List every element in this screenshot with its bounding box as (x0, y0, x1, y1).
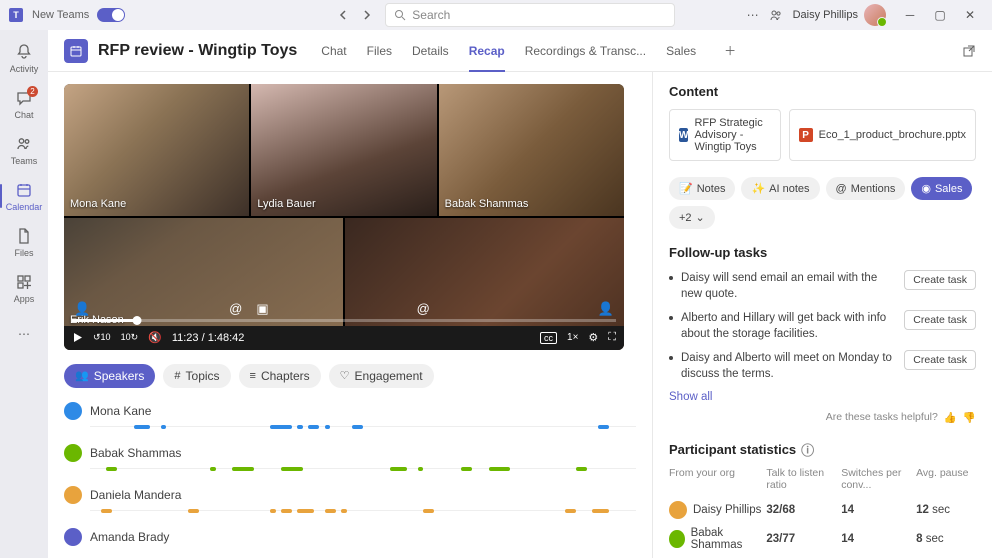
avatar (669, 530, 685, 548)
rail-apps[interactable]: Apps (0, 266, 48, 310)
add-tab-button[interactable]: ＋ (718, 39, 742, 63)
task-row: Daisy and Alberto will meet on Monday to… (669, 350, 976, 382)
avatar (64, 444, 82, 462)
tab-sales[interactable]: Sales (658, 30, 704, 72)
new-teams-label: New Teams (32, 9, 89, 21)
people-icon (14, 134, 34, 154)
rail-teams[interactable]: Teams (0, 128, 48, 172)
rail-files[interactable]: Files (0, 220, 48, 264)
stat-row: Daisy Phillips32/681412 sec (669, 497, 976, 523)
filter-engagement[interactable]: ♡Engagement (329, 364, 434, 388)
create-task-button[interactable]: Create task (904, 310, 976, 330)
video-tile: Mona Kane (64, 84, 249, 216)
popout-icon[interactable] (962, 44, 976, 58)
video-tile: Erik Nason (64, 218, 343, 350)
file-chip[interactable]: PEco_1_product_brochure.pptx (789, 109, 976, 161)
show-all-tasks[interactable]: Show all (669, 391, 976, 403)
speaker-row: Mona Kane (64, 402, 636, 430)
search-input[interactable]: Search (385, 3, 675, 27)
stat-row: Babak Shammas23/77148 sec (669, 523, 976, 555)
minimize-icon[interactable]: ─ (896, 3, 924, 27)
thumbs-down-icon[interactable]: 👎 (963, 411, 976, 424)
avatar (669, 501, 687, 519)
maximize-icon[interactable]: ▢ (926, 3, 954, 27)
chip-mentions[interactable]: @Mentions (826, 177, 906, 200)
new-teams-toggle[interactable] (97, 8, 125, 22)
page-title: RFP review - Wingtip Toys (98, 42, 297, 60)
task-row: Alberto and Hillary will get back with i… (669, 310, 976, 342)
chip-2[interactable]: +2 ⌄ (669, 206, 715, 229)
tab-chat[interactable]: Chat (313, 30, 354, 72)
info-icon[interactable]: ⓘ (801, 440, 814, 459)
avatar (64, 528, 82, 546)
chevron-down-icon: ⌄ (696, 211, 705, 224)
tab-files[interactable]: Files (359, 30, 400, 72)
tab-recordings-transc-[interactable]: Recordings & Transc... (517, 30, 654, 72)
filter-topics[interactable]: #Topics (163, 364, 230, 388)
video-tile: Lydia Bauer (251, 84, 436, 216)
speaker-row: Amanda Brady (64, 528, 636, 546)
chip-notes[interactable]: 📝Notes (669, 177, 735, 200)
meeting-header: RFP review - Wingtip Toys ChatFilesDetai… (48, 30, 992, 72)
close-icon[interactable]: ✕ (956, 3, 984, 27)
word-icon: W (679, 128, 688, 142)
avatar (64, 402, 82, 420)
video-tile (345, 218, 624, 350)
video-player[interactable]: Mona Kane Lydia Bauer Babak Shammas Erik… (64, 84, 624, 350)
more-icon[interactable]: ⋯ (747, 8, 759, 22)
create-task-button[interactable]: Create task (904, 350, 976, 370)
rail-calendar[interactable]: Calendar (0, 174, 48, 218)
nav-forward-icon[interactable] (357, 5, 377, 25)
titlebar: T New Teams Search ⋯ Daisy Phillips ─ ▢ … (0, 0, 992, 30)
content-heading: Content (669, 84, 976, 99)
people-icon[interactable] (769, 8, 783, 22)
files-icon (14, 226, 34, 246)
search-icon (394, 9, 406, 21)
create-task-button[interactable]: Create task (904, 270, 976, 290)
file-chip[interactable]: WRFP Strategic Advisory - Wingtip Toys (669, 109, 781, 161)
avatar (64, 486, 82, 504)
video-tile: Babak Shammas (439, 84, 624, 216)
speaker-timeline[interactable] (90, 466, 636, 472)
chip-sales[interactable]: ◉Sales (911, 177, 972, 200)
apps-icon (14, 272, 34, 292)
current-user[interactable]: Daisy Phillips (793, 4, 886, 26)
avatar (864, 4, 886, 26)
stats-heading: Participant statistics (669, 442, 796, 457)
app-rail: ActivityChat2TeamsCalendarFilesApps⋯ (0, 30, 48, 558)
calendar-icon (14, 180, 34, 200)
nav-back-icon[interactable] (333, 5, 353, 25)
tab-details[interactable]: Details (404, 30, 457, 72)
speaker-row: Babak Shammas (64, 444, 636, 472)
speaker-timeline[interactable] (90, 508, 636, 514)
filter-speakers[interactable]: 👥Speakers (64, 364, 155, 388)
svg-text:T: T (13, 10, 19, 20)
rail-chat[interactable]: Chat2 (0, 82, 48, 126)
thumbs-up-icon[interactable]: 👍 (944, 411, 957, 424)
rail-activity[interactable]: Activity (0, 36, 48, 80)
ppt-icon: P (799, 128, 813, 142)
tab-recap[interactable]: Recap (461, 30, 513, 72)
speaker-row: Daniela Mandera (64, 486, 636, 514)
teams-icon: T (8, 7, 24, 23)
filter-chapters[interactable]: ≡Chapters (239, 364, 321, 388)
bell-icon (14, 42, 34, 62)
rail-more[interactable]: ⋯ (0, 312, 48, 356)
calendar-icon (64, 39, 88, 63)
task-row: Daisy will send email an email with the … (669, 270, 976, 302)
speaker-timeline[interactable] (90, 424, 636, 430)
followup-heading: Follow-up tasks (669, 245, 976, 260)
chip-ainotes[interactable]: ✨AI notes (741, 177, 819, 200)
helpful-label: Are these tasks helpful? (826, 411, 938, 423)
